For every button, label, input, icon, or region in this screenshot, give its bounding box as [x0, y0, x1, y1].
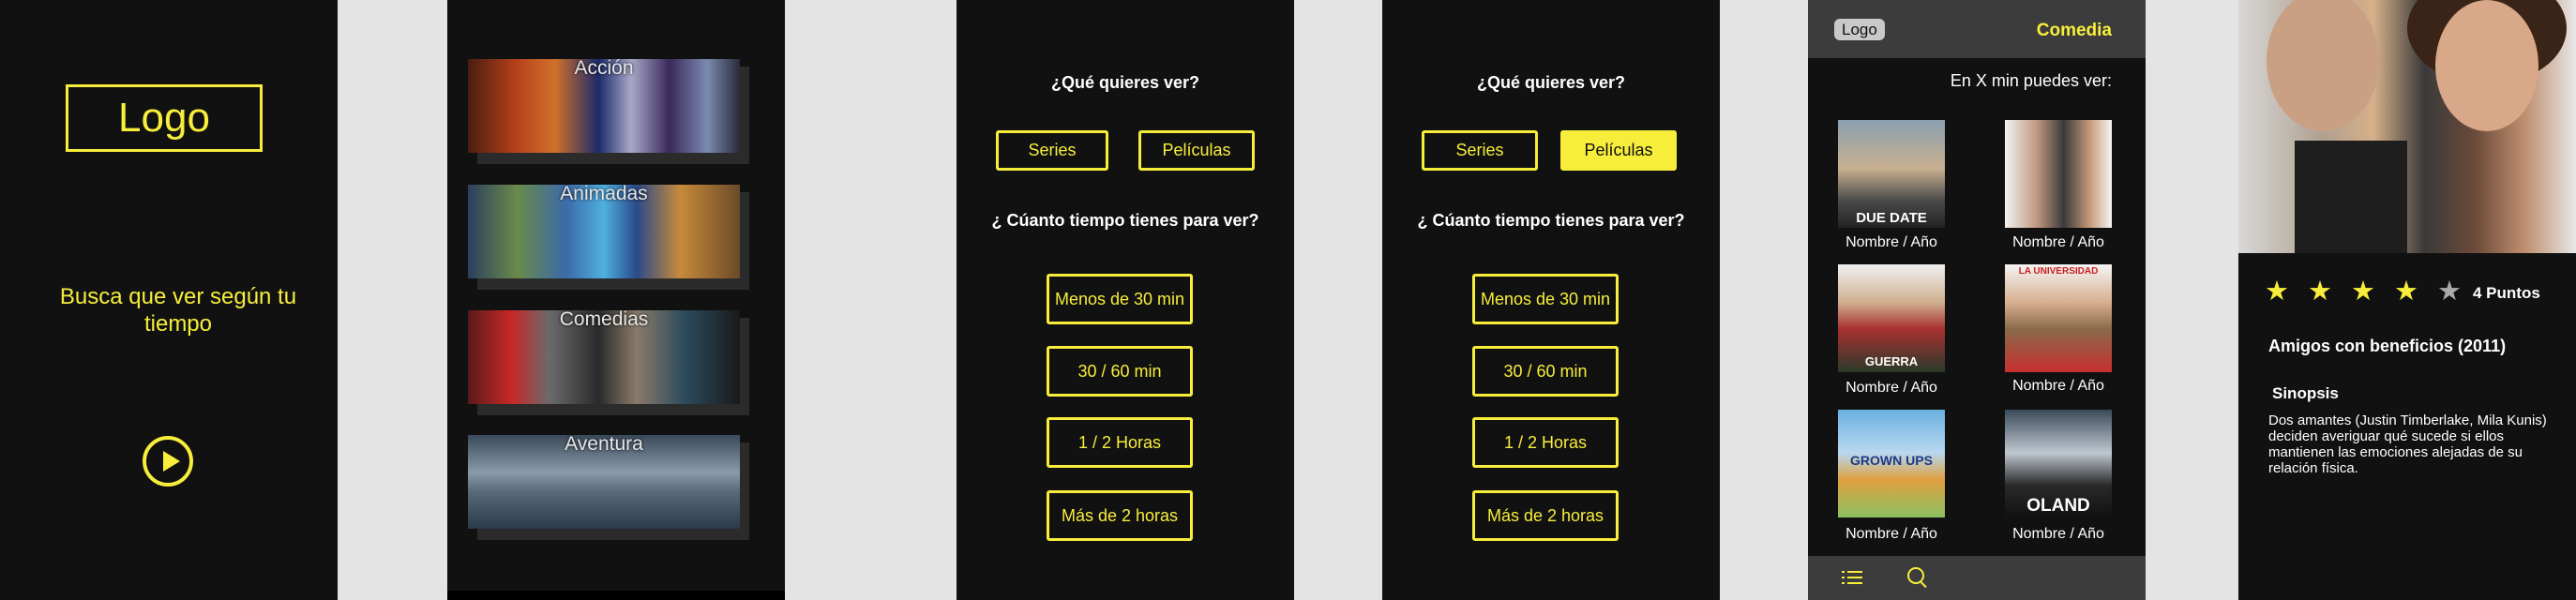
movie-title: Amigos con beneficios (2011) — [2268, 337, 2507, 355]
results-screen: Logo Comedia En X min puedes ver: DUE DA… — [1808, 0, 2146, 600]
poster-title-art: LA UNIVERSIDAD — [2018, 266, 2099, 277]
series-button[interactable]: Series — [1422, 130, 1538, 171]
logo-text: Logo — [118, 95, 210, 141]
genre-card-animadas[interactable]: Animadas — [468, 183, 749, 290]
genre-card-comedias[interactable]: Comedias — [468, 308, 749, 415]
poster-caption: Nombre / Año — [1845, 380, 1937, 396]
synopsis-heading: Sinopsis — [2272, 384, 2339, 402]
question-time: ¿ Cúanto tiempo tienes para ver? — [1417, 211, 1685, 230]
movie-poster[interactable]: DUE DATE — [1838, 120, 1945, 228]
time-option-over-2h[interactable]: Más de 2 horas — [1472, 490, 1619, 541]
poster-title-art: DUE DATE — [1856, 210, 1927, 226]
time-option-under-30[interactable]: Menos de 30 min — [1472, 274, 1619, 324]
movies-button-selected[interactable]: Películas — [1560, 130, 1677, 171]
bottom-bar — [1808, 556, 2146, 600]
genres-screen: Acción Animadas Comedias Aventura — [447, 0, 785, 600]
list-menu-icon[interactable] — [1842, 569, 1862, 586]
star-filled-icon: ★ — [2351, 277, 2375, 307]
poster-caption: Nombre / Año — [2012, 378, 2104, 394]
question-time: ¿ Cúanto tiempo tienes para ver? — [991, 211, 1259, 230]
time-option-1-2h[interactable]: 1 / 2 Horas — [1047, 417, 1193, 468]
movie-poster[interactable]: OLAND — [2005, 410, 2112, 518]
quiz-screen: ¿Qué quieres ver? Series Películas ¿ Cúa… — [957, 0, 1294, 600]
star-filled-icon: ★ — [2394, 277, 2418, 307]
question-type: ¿Qué quieres ver? — [1476, 73, 1626, 92]
genre-label: Acción — [574, 57, 634, 79]
poster-caption: Nombre / Año — [1845, 234, 1937, 250]
time-option-over-2h[interactable]: Más de 2 horas — [1047, 490, 1193, 541]
series-button[interactable]: Series — [996, 130, 1108, 171]
genre-label: Aventura — [565, 433, 643, 455]
movie-poster[interactable]: GROWN UPS — [1838, 410, 1945, 518]
quiz-screen-selected: ¿Qué quieres ver? Series Películas ¿ Cúa… — [1382, 0, 1720, 600]
genre-label: Animadas — [560, 183, 648, 204]
app-logo[interactable]: Logo — [1834, 19, 1885, 40]
rating-points: 4 Puntos — [2473, 284, 2540, 302]
time-option-under-30[interactable]: Menos de 30 min — [1047, 274, 1193, 324]
genre-card-aventura[interactable]: Aventura — [468, 433, 749, 540]
movie-poster[interactable] — [2005, 120, 2112, 228]
search-icon[interactable] — [1907, 567, 1924, 584]
tagline: Busca que ver según tu tiempo — [59, 284, 297, 337]
poster-caption: Nombre / Año — [1845, 526, 1937, 542]
results-subtitle: En X min puedes ver: — [1950, 71, 2112, 90]
time-option-1-2h[interactable]: 1 / 2 Horas — [1472, 417, 1619, 468]
time-option-30-60[interactable]: 30 / 60 min — [1047, 346, 1193, 397]
poster-title-art: GROWN UPS — [1850, 453, 1933, 468]
genre-card-accion[interactable]: Acción — [468, 57, 749, 164]
movie-poster[interactable]: LA UNIVERSIDAD — [2005, 264, 2112, 372]
genre-label: Comedias — [559, 308, 649, 330]
splash-screen: Logo Busca que ver según tu tiempo — [0, 0, 338, 600]
top-bar: Logo Comedia — [1808, 0, 2146, 58]
star-empty-icon: ★ — [2437, 277, 2462, 307]
star-filled-icon: ★ — [2265, 277, 2289, 307]
detail-screen: ★ ★ ★ ★ ★ 4 Puntos Amigos con beneficios (20… — [2238, 0, 2576, 600]
time-option-30-60[interactable]: 30 / 60 min — [1472, 346, 1619, 397]
star-filled-icon: ★ — [2308, 277, 2332, 307]
poster-caption: Nombre / Año — [2012, 234, 2104, 250]
synopsis-text: Dos amantes (Justin Timberlake, Mila Kun… — [2268, 412, 2547, 476]
app-logo: Logo — [66, 84, 263, 152]
poster-caption: Nombre / Año — [2012, 526, 2104, 542]
bottom-strip — [447, 591, 785, 600]
movies-button[interactable]: Películas — [1138, 130, 1255, 171]
movie-hero-image — [2238, 0, 2576, 253]
category-title: Comedia — [2036, 21, 2112, 40]
question-type: ¿Qué quieres ver? — [1050, 73, 1200, 92]
play-button[interactable] — [143, 436, 193, 487]
poster-title-art: OLAND — [2026, 496, 2090, 516]
poster-title-art: GUERRA — [1864, 354, 1919, 368]
movie-poster[interactable]: GUERRA — [1838, 264, 1945, 372]
